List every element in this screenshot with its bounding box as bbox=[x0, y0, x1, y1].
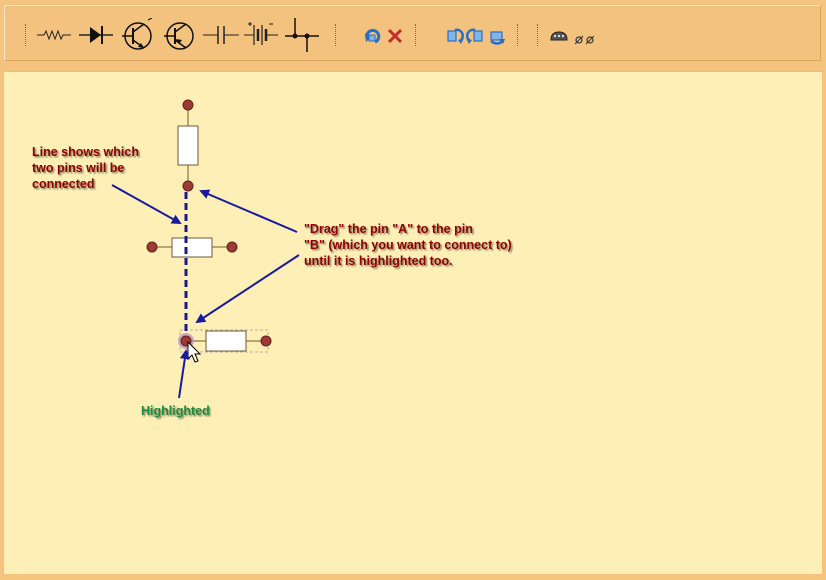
probe-icon[interactable] bbox=[547, 18, 573, 52]
mouse-cursor-icon bbox=[187, 340, 202, 363]
arrow-to-highlight bbox=[178, 349, 190, 399]
line-note-line-3: connected bbox=[32, 177, 95, 191]
line-note-line-2: two pins will be bbox=[32, 161, 124, 175]
drag-note-line-2: "B" (which you want to connect to) bbox=[304, 238, 512, 252]
line-note-line-1: Line shows which bbox=[32, 145, 139, 159]
component-toolbar bbox=[4, 5, 821, 61]
flip-horizontal-icon[interactable] bbox=[445, 18, 465, 52]
capacitor-tool-icon[interactable] bbox=[201, 18, 241, 52]
pin-top[interactable] bbox=[182, 99, 194, 111]
pin-icon[interactable] bbox=[571, 18, 599, 52]
delete-icon[interactable] bbox=[385, 18, 405, 52]
wire-junction-tool-icon[interactable] bbox=[283, 18, 323, 52]
toolbar-grip[interactable] bbox=[25, 24, 28, 46]
arrow-to-pin-b bbox=[199, 189, 298, 233]
arrow-to-line bbox=[111, 184, 182, 224]
npn-transistor-tool-icon[interactable] bbox=[118, 18, 158, 52]
pin-b[interactable] bbox=[182, 180, 194, 192]
schematic-drawing[interactable]: Line shows which two pins will be connec… bbox=[4, 72, 822, 575]
pnp-transistor-tool-icon[interactable] bbox=[160, 18, 200, 52]
flip-vertical-icon[interactable] bbox=[466, 18, 486, 52]
diode-tool-icon[interactable] bbox=[77, 18, 115, 52]
highlight-label: Highlighted bbox=[141, 404, 210, 418]
pin-dragged-right[interactable] bbox=[260, 335, 272, 347]
app-window: Line shows which two pins will be connec… bbox=[0, 0, 826, 578]
resistor-vertical[interactable] bbox=[177, 99, 199, 192]
battery-tool-icon[interactable] bbox=[242, 18, 282, 52]
drag-note-line-3: until it is highlighted too. bbox=[304, 254, 453, 268]
schematic-canvas[interactable]: Line shows which two pins will be connec… bbox=[4, 71, 822, 574]
resistor-tool-icon[interactable] bbox=[35, 18, 75, 52]
rotate-icon[interactable] bbox=[363, 18, 383, 52]
toolbar-grip[interactable] bbox=[537, 24, 540, 46]
toolbar-separator bbox=[517, 24, 520, 46]
resistor-middle[interactable] bbox=[146, 237, 238, 258]
drag-note-line-1: "Drag" the pin "A" to the pin bbox=[304, 222, 473, 236]
pin-left[interactable] bbox=[146, 241, 158, 253]
pin-right[interactable] bbox=[226, 241, 238, 253]
arrow-to-pin-a bbox=[195, 254, 300, 324]
rotate-back-icon[interactable] bbox=[487, 18, 507, 52]
toolbar-separator bbox=[335, 24, 338, 46]
toolbar-separator bbox=[415, 24, 418, 46]
